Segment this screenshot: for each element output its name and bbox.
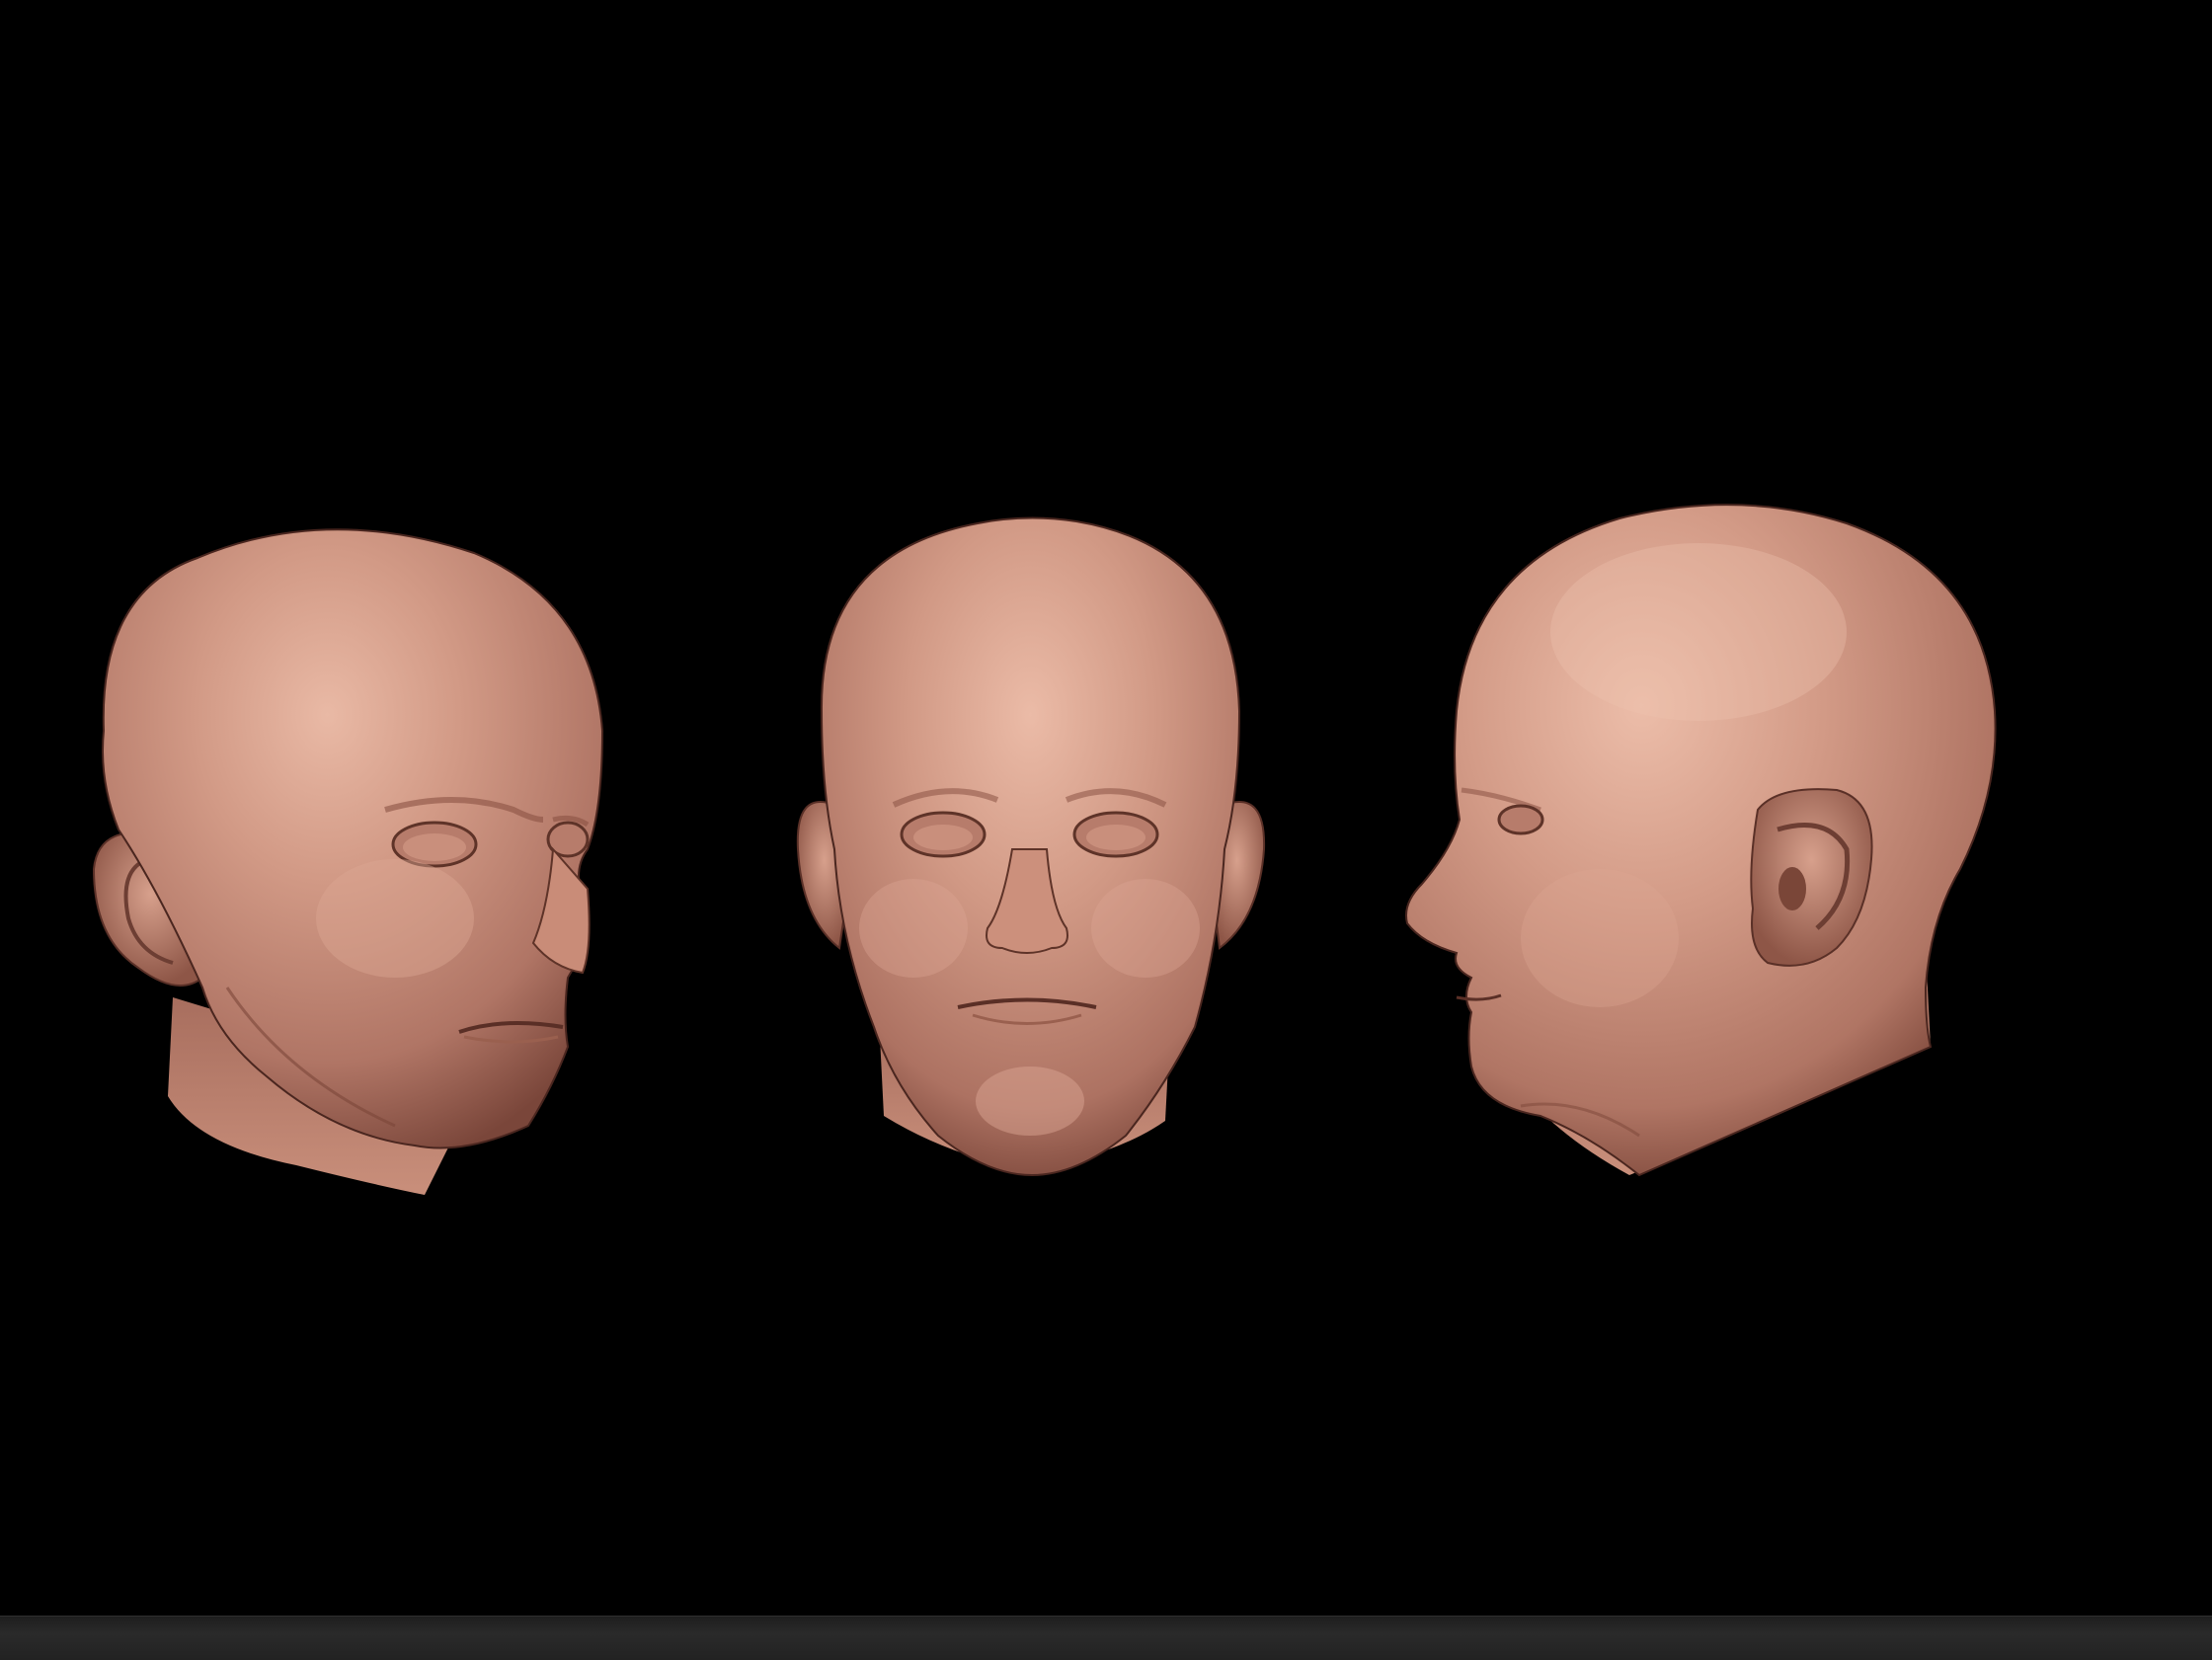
head-three-quarter-view: [92, 528, 604, 1195]
head-profile-view: [1405, 504, 1997, 1177]
head-front-view: [796, 516, 1266, 1177]
bottom-toolbar: [0, 1616, 2212, 1660]
eye-socket: [1497, 804, 1544, 835]
render-canvas: [92, 504, 1997, 1195]
render-viewport[interactable]: [0, 0, 2212, 1660]
